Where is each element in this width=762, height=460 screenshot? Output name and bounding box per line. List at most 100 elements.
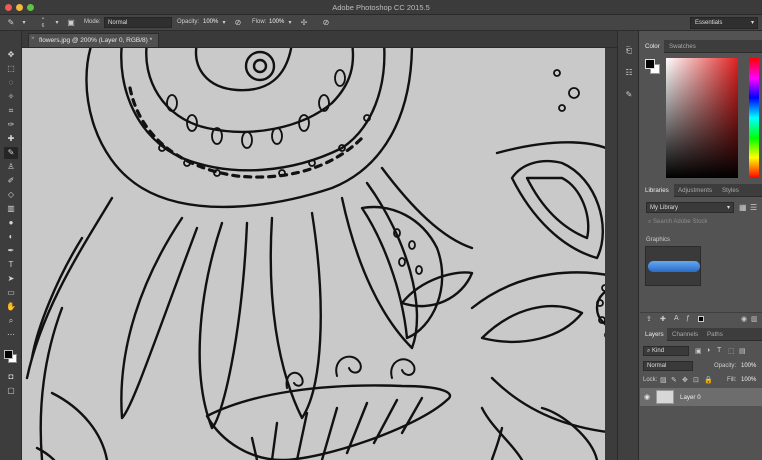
more-tools-icon[interactable]: ⋯ (4, 329, 18, 341)
chevron-down-icon[interactable]: ▾ (219, 18, 229, 28)
right-flower-petal (480, 305, 584, 344)
color-foreground-swatch[interactable] (645, 59, 655, 69)
layer-name[interactable]: Layer 0 (680, 394, 701, 401)
tab-color[interactable]: Color (645, 43, 660, 50)
character-style-icon[interactable]: A (674, 315, 679, 322)
tab-paths[interactable]: Paths (707, 331, 723, 338)
add-content-icon[interactable]: ✚ (660, 315, 666, 323)
eraser-icon[interactable]: ◇ (4, 189, 18, 201)
layer-style-icon[interactable]: ƒ (686, 315, 690, 322)
eyedropper-icon[interactable]: ✑ (4, 119, 18, 131)
properties-panel-icon[interactable]: ☷ (623, 67, 635, 79)
screen-mode-icon[interactable]: ▢ (4, 385, 18, 397)
quick-mask-icon[interactable]: ◘ (4, 371, 18, 383)
filter-adjustment-icon[interactable]: ◑ (706, 347, 710, 354)
lock-transparent-icon[interactable]: ▨ (660, 376, 667, 384)
close-icon[interactable]: × (31, 36, 35, 42)
document-canvas[interactable] (22, 48, 617, 460)
brush-tool-preset-icon[interactable]: ✎ (6, 18, 16, 28)
foreground-color-swatch[interactable] (4, 350, 13, 359)
brush-size-picker[interactable]: • 6 (38, 16, 48, 29)
pressure-opacity-icon[interactable]: ⊘ (233, 18, 243, 28)
kind-filter-value: Kind (652, 348, 665, 354)
type-icon[interactable]: T (4, 259, 18, 271)
right-flower-petal (470, 271, 617, 310)
gradient-icon[interactable]: ▥ (4, 203, 18, 215)
tab-libraries[interactable]: Libraries (645, 187, 669, 194)
layer-opacity-value[interactable]: 100% (741, 363, 756, 369)
chevron-down-icon[interactable]: ▾ (19, 18, 29, 28)
trash-icon[interactable]: ▥ (751, 315, 758, 323)
color-picker-field[interactable] (666, 58, 738, 178)
libraries-footer: ⇪ ✚ A ƒ ◉ ▥ (640, 312, 762, 326)
history-brush-icon[interactable]: ✐ (4, 175, 18, 187)
workspace-switcher[interactable]: Essentials ▾ (690, 17, 758, 29)
layer-thumbnail (656, 390, 674, 404)
flow-value[interactable]: 100% (269, 19, 284, 25)
lock-row: Lock: ▨ ✎ ✥ ⊡ 🔒 Fill: 100% (640, 374, 762, 387)
library-select[interactable]: My Library ▾ (646, 202, 734, 213)
document-tab-label: flowers.jpg @ 200% (Layer 0, RGB/8) * (39, 37, 153, 44)
brush-dot-icon: • (42, 16, 44, 22)
tab-adjustments[interactable]: Adjustments (678, 187, 712, 194)
hand-icon[interactable]: ✋ (4, 301, 18, 313)
lasso-icon[interactable]: ◌ (4, 77, 18, 89)
add-color-icon[interactable] (698, 316, 704, 322)
brush-presets-panel-icon[interactable]: ✎ (623, 89, 635, 101)
mode-select[interactable]: Normal (104, 17, 172, 28)
grid-view-icon[interactable]: ▦ (739, 203, 747, 212)
filter-type-icon[interactable]: T (717, 347, 721, 354)
pressure-size-icon[interactable]: ⊘ (321, 18, 331, 28)
pen-icon[interactable]: ✒ (4, 245, 18, 257)
quick-select-icon[interactable]: ✧ (4, 91, 18, 103)
hue-slider[interactable] (749, 58, 759, 178)
filter-smart-object-icon[interactable]: ▤ (739, 347, 746, 355)
document-tab[interactable]: × flowers.jpg @ 200% (Layer 0, RGB/8) * (28, 33, 160, 47)
tab-swatches[interactable]: Swatches (669, 43, 696, 50)
filter-shape-icon[interactable]: ⬚ (728, 347, 735, 355)
rectangle-icon[interactable]: ▭ (4, 287, 18, 299)
blur-icon[interactable]: ● (4, 217, 18, 229)
healing-icon[interactable]: ✚ (4, 133, 18, 145)
canvas-vertical-scrollbar[interactable] (605, 48, 617, 460)
filter-pixel-icon[interactable]: ▣ (695, 347, 702, 355)
move-icon[interactable]: ✥ (4, 49, 18, 61)
dodge-icon[interactable]: ◐ (4, 231, 18, 243)
opacity-value[interactable]: 100% (203, 19, 218, 25)
airbrush-icon[interactable]: ✢ (299, 18, 309, 28)
list-view-icon[interactable]: ☰ (750, 203, 757, 212)
stock-icon[interactable]: ◉ (741, 315, 747, 323)
lock-all-icon[interactable]: 🔒 (704, 376, 713, 384)
chevron-down-icon[interactable]: ▾ (52, 18, 62, 28)
clone-stamp-icon[interactable]: ♙ (4, 161, 18, 173)
lock-artboard-icon[interactable]: ⊡ (693, 376, 699, 384)
brush-panel-toggle-icon[interactable]: ▣ (66, 18, 76, 28)
eye-icon[interactable]: ◉ (644, 393, 650, 401)
library-name: My Library (650, 205, 679, 211)
tab-channels[interactable]: Channels (672, 331, 698, 338)
marquee-icon[interactable]: ⬚ (4, 63, 18, 75)
blend-mode-select[interactable]: Normal (643, 361, 693, 371)
chevron-down-icon[interactable]: ▾ (285, 18, 295, 28)
cloud-sync-icon[interactable]: ⇪ (646, 315, 652, 323)
brush-icon[interactable]: ✎ (4, 147, 18, 159)
tab-layers[interactable]: Layers (645, 331, 664, 338)
lock-position-icon[interactable]: ✥ (682, 376, 688, 384)
layers-panel: Layers Channels Paths ⌕ Kind ▣ ◑ T ⬚ ▤ N… (640, 328, 762, 460)
library-graphic-thumbnail[interactable] (645, 246, 701, 286)
tab-styles[interactable]: Styles (722, 187, 739, 194)
petal-line (35, 446, 56, 460)
petal-line (25, 196, 114, 380)
crop-icon[interactable]: ⌗ (4, 105, 18, 117)
history-panel-icon[interactable]: ⎗ (623, 45, 635, 57)
layer-row[interactable]: ◉ Layer 0 (640, 388, 762, 406)
path-select-icon[interactable]: ➤ (4, 273, 18, 285)
leaf (360, 205, 444, 340)
tools-panel: ✥ ⬚ ◌ ✧ ⌗ ✑ ✚ ✎ ♙ ✐ ◇ ▥ ● ◐ ✒ T ➤ ▭ ✋ ⌕ … (0, 31, 22, 460)
library-search-input[interactable]: ⌕ Search Adobe Stock (646, 218, 756, 228)
kind-filter-select[interactable]: ⌕ Kind (643, 346, 689, 356)
zoom-icon[interactable]: ⌕ (4, 315, 18, 327)
fill-value[interactable]: 100% (741, 377, 756, 383)
petal-line (480, 406, 524, 460)
lock-pixels-icon[interactable]: ✎ (671, 376, 677, 384)
